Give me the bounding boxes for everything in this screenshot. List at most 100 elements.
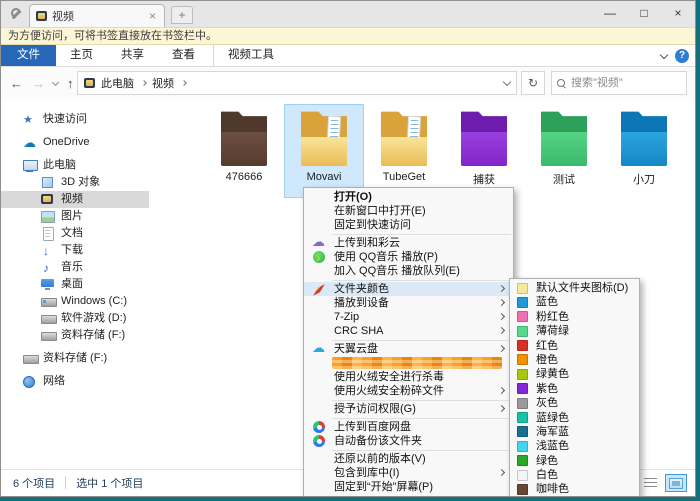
back-icon[interactable]: ← (10, 76, 23, 91)
address-dropdown-icon[interactable] (503, 78, 511, 86)
context-menu-item[interactable]: 天翼云盘 (304, 342, 513, 356)
context-menu-item[interactable]: 播放到设备 (304, 296, 513, 310)
history-dropdown-icon[interactable] (52, 78, 59, 85)
details-view-button[interactable] (639, 474, 661, 492)
breadcrumb-item[interactable]: 此电脑 (101, 75, 146, 91)
submenu-arrow-icon (498, 405, 505, 412)
folder-name: Movavi (285, 171, 363, 183)
minimize-button[interactable]: — (593, 1, 627, 27)
context-menu-item[interactable]: 包含到库中(I) (304, 466, 513, 480)
tab-close-icon[interactable]: × (147, 9, 158, 23)
folder-tile[interactable]: 小刀 (605, 105, 683, 197)
color-option[interactable]: 默认文件夹图标(D) (510, 281, 639, 295)
folder-tile[interactable]: TubeGet (365, 105, 443, 197)
breadcrumb-item[interactable]: 视频 (152, 75, 186, 91)
color-option[interactable]: 紫色 (510, 382, 639, 396)
sidebar-item[interactable]: 文档 (1, 225, 149, 242)
color-option[interactable]: 灰色 (510, 396, 639, 410)
color-option[interactable]: 薄荷绿 (510, 324, 639, 338)
context-menu-item[interactable]: 使用火绒安全粉碎文件 (304, 384, 513, 398)
forward-icon[interactable]: → (32, 76, 45, 91)
address-bar: ← → ↑ 此电脑 视频 ↻ (1, 67, 695, 99)
color-swatch (517, 455, 528, 466)
sidebar-item[interactable]: 软件游戏 (D:) (1, 310, 149, 327)
color-option-label: 薄荷绿 (536, 325, 569, 337)
maximize-button[interactable]: □ (627, 1, 661, 27)
color-option[interactable]: 红色 (510, 339, 639, 353)
sidebar-item[interactable]: Windows (C:) (1, 293, 149, 310)
color-option[interactable]: 粉红色 (510, 310, 639, 324)
context-menu-item[interactable]: 还原以前的版本(V) (304, 452, 513, 466)
new-tab-button[interactable]: + (171, 6, 193, 24)
sidebar-item[interactable]: 3D 对象 (1, 174, 149, 191)
sidebar-item[interactable]: 资料存储 (F:) (1, 327, 149, 344)
folder-tile[interactable]: 476666 (205, 105, 283, 197)
search-input[interactable] (571, 77, 681, 89)
sidebar-item-label: 音乐 (61, 259, 83, 276)
expand-ribbon-icon[interactable] (660, 50, 668, 58)
context-menu-item[interactable]: 使用火绒安全进行杀毒 (304, 370, 513, 384)
search-box[interactable] (551, 71, 687, 95)
sidebar-item[interactable]: 桌面 (1, 276, 149, 293)
color-option[interactable]: 橙色 (510, 353, 639, 367)
context-menu-item[interactable]: 固定到快速访问 (304, 218, 513, 232)
context-menu-item[interactable]: 上传到和彩云 (304, 236, 513, 250)
sidebar-item[interactable]: 网络 (1, 373, 149, 390)
refresh-button[interactable]: ↻ (521, 71, 545, 95)
folder-grid: 476666 Movavi (205, 105, 683, 197)
sidebar-item[interactable]: 快速访问 (1, 111, 149, 128)
folder-tile[interactable]: 捕获 (445, 105, 523, 197)
color-option[interactable]: 海军蓝 (510, 425, 639, 439)
sidebar-item-label: OneDrive (43, 134, 89, 151)
ribbon-tab[interactable]: 主页 (56, 45, 107, 66)
ribbon-tab[interactable]: 查看 (158, 45, 209, 66)
folder-tile[interactable]: Movavi (285, 105, 363, 197)
context-menu-item[interactable]: 加入 QQ音乐 播放队列(E) (304, 264, 513, 278)
settings-wrench-icon[interactable] (10, 8, 23, 21)
folder-tile[interactable]: 测试 (525, 105, 603, 197)
help-icon[interactable]: ? (675, 49, 689, 63)
context-menu-item[interactable]: 固定到“开始”屏幕(P) (304, 480, 513, 494)
submenu-arrow-icon (498, 387, 505, 394)
color-option[interactable]: 绿色 (510, 454, 639, 468)
sidebar-item-icon (23, 159, 37, 172)
context-menu-item[interactable]: CRC SHA (304, 324, 513, 338)
sidebar-item[interactable]: 此电脑 (1, 157, 149, 174)
ribbon-tab[interactable]: 视频工具 (213, 45, 288, 66)
sidebar-item[interactable]: OneDrive (1, 134, 149, 151)
sidebar-item[interactable]: 资料存储 (F:) (1, 350, 149, 367)
sidebar-item[interactable]: 视频 (1, 191, 149, 208)
breadcrumb[interactable]: 此电脑 视频 (77, 71, 517, 95)
color-swatch (517, 297, 528, 308)
ribbon-tab[interactable]: 共享 (107, 45, 158, 66)
up-icon[interactable]: ↑ (67, 76, 74, 91)
close-button[interactable]: × (661, 1, 695, 27)
browser-tab[interactable]: 视频 × (29, 4, 165, 27)
context-menu-item[interactable]: 在新窗口中打开(E) (304, 204, 513, 218)
sidebar-item-icon (41, 227, 55, 240)
color-option[interactable]: 蓝色 (510, 295, 639, 309)
context-menu-item[interactable]: 使用 QQ音乐 播放(P) (304, 250, 513, 264)
color-option[interactable]: 咖啡色 (510, 482, 639, 496)
menu-item-label: 固定到快速访问 (334, 219, 411, 231)
context-menu-item[interactable]: 上传到百度网盘 (304, 420, 513, 434)
color-option[interactable]: 绿黄色 (510, 367, 639, 381)
context-menu-item[interactable]: 自动备份该文件夹 (304, 434, 513, 448)
color-option[interactable]: 白色 (510, 468, 639, 482)
sidebar-item[interactable]: 图片 (1, 208, 149, 225)
ribbon-tab[interactable]: 文件 (1, 45, 56, 66)
context-menu-item[interactable]: 打开(O) (304, 190, 513, 204)
context-menu-item[interactable]: 文件夹颜色 (304, 282, 513, 296)
sidebar-item[interactable]: 音乐 (1, 259, 149, 276)
context-menu-item[interactable] (304, 356, 513, 370)
color-option[interactable]: 蓝绿色 (510, 411, 639, 425)
sidebar-item-icon (41, 193, 55, 206)
color-option[interactable]: 浅蓝色 (510, 439, 639, 453)
sidebar-item[interactable]: 下载 (1, 242, 149, 259)
submenu-arrow-icon (498, 313, 505, 320)
context-menu-item[interactable]: 授予访问权限(G) (304, 402, 513, 416)
sidebar-item-label: 网络 (43, 373, 65, 390)
context-menu-item[interactable]: 7-Zip (304, 310, 513, 324)
color-swatch (517, 311, 528, 322)
thumbnail-view-button[interactable] (665, 474, 687, 492)
